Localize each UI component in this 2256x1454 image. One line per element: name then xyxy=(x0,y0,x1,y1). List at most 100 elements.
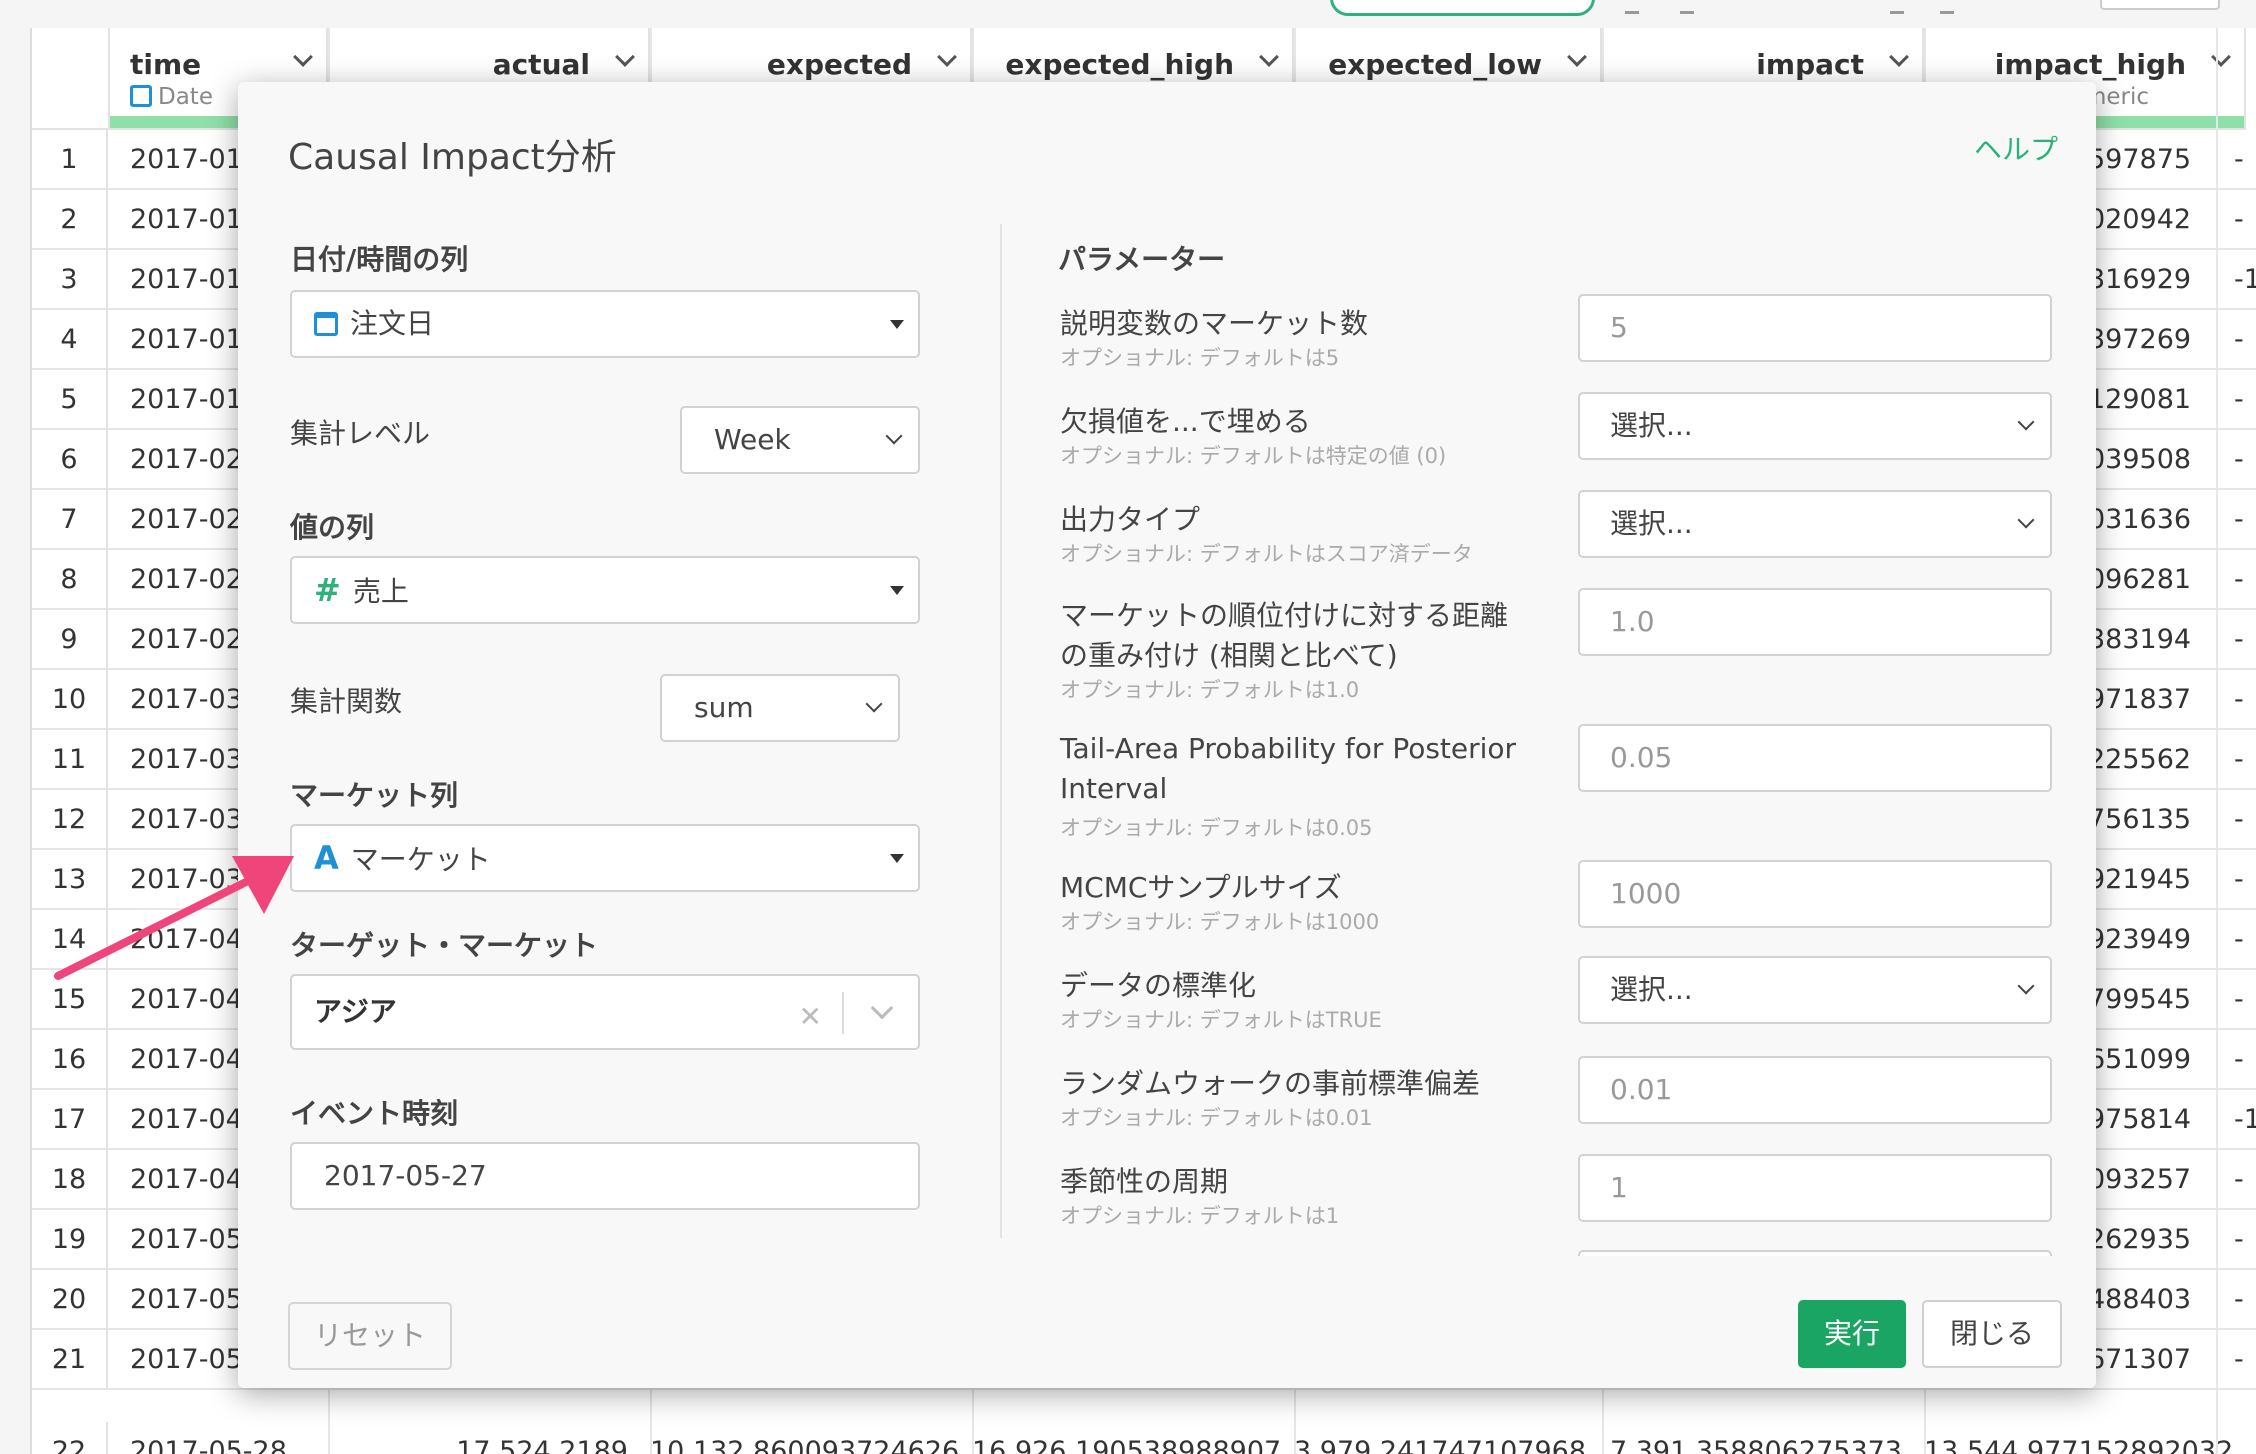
column-divider xyxy=(2216,28,2218,1454)
event-time-input[interactable]: 2017-05-27 xyxy=(290,1142,920,1210)
random-walk-sd-input[interactable]: 0.01 xyxy=(1578,1056,2052,1124)
row-number: 17 xyxy=(32,1090,108,1150)
cell-impact: 7,391.358806275373 xyxy=(1609,1436,1902,1454)
column-name: expected xyxy=(766,48,912,81)
row-number: 9 xyxy=(32,610,108,670)
aggregation-level-select[interactable]: Week xyxy=(680,406,920,474)
chevron-down-icon xyxy=(2017,413,2035,431)
param-label: データの標準化 xyxy=(1060,969,1257,1002)
row-number: 21 xyxy=(32,1330,108,1390)
param-label: MCMCサンプルサイズ xyxy=(1060,871,1342,904)
cell-impact-high: 096281 xyxy=(2088,564,2192,595)
dialog-title: Causal Impact分析 xyxy=(288,137,617,178)
cell-impact-high: 597875 xyxy=(2088,144,2192,175)
column-name: impact_high xyxy=(1994,48,2186,81)
value-column-label: 値の列 xyxy=(290,511,375,544)
date-column-select[interactable]: 注文日 xyxy=(290,290,920,358)
cell-time: 2017-04- xyxy=(130,1104,253,1135)
param-hint: オプショナル: デフォルトは0.01 xyxy=(1060,1106,1373,1130)
mcmc-sample-size-input[interactable]: 1000 xyxy=(1578,860,2052,928)
fill-missing-select[interactable]: 選択... xyxy=(1578,392,2052,460)
event-time-value: 2017-05-27 xyxy=(324,1159,487,1192)
toolbar-create-button[interactable] xyxy=(1330,0,1595,16)
market-count-input[interactable]: 5 xyxy=(1578,294,2052,362)
row-number: 20 xyxy=(32,1270,108,1330)
cell-next-column: - xyxy=(2234,624,2244,655)
cell-time: 2017-01- xyxy=(130,384,253,415)
cell-impact-high: 975814 xyxy=(2088,1104,2192,1135)
cell-time: 2017-02- xyxy=(130,564,253,595)
cell-time: 2017-05- xyxy=(130,1284,253,1315)
distance-weight-input[interactable]: 1.0 xyxy=(1578,588,2052,656)
toolbar-icon[interactable] xyxy=(1890,2,1904,14)
cell-time: 2017-05- xyxy=(130,1344,253,1375)
param-hint: オプショナル: デフォルトは5 xyxy=(1060,346,1340,370)
tail-area-probability-input[interactable]: 0.05 xyxy=(1578,724,2052,792)
chevron-down-icon[interactable] xyxy=(615,47,635,67)
toolbar-icon[interactable] xyxy=(1940,2,1954,14)
param-hint: オプショナル: デフォルトは1.0 xyxy=(1060,678,1360,702)
cell-impact-high: 383194 xyxy=(2088,624,2192,655)
column-name: time xyxy=(130,48,202,81)
reset-button[interactable]: リセット xyxy=(288,1302,452,1370)
chevron-down-icon[interactable] xyxy=(1567,47,1587,67)
cell-impact-high: 316929 xyxy=(2088,264,2192,295)
cell-impact-high: 756135 xyxy=(2088,804,2192,835)
clear-icon[interactable]: ✕ xyxy=(799,1000,822,1033)
cell-impact-high: 262935 xyxy=(2088,1224,2192,1255)
cell-impact-high: 093257 xyxy=(2088,1164,2192,1195)
aggregation-function-select[interactable]: sum xyxy=(660,674,900,742)
param-value: 1000 xyxy=(1610,877,1682,910)
chevron-down-icon[interactable] xyxy=(870,996,894,1020)
cell-next-column: - xyxy=(2234,864,2244,895)
chevron-down-icon[interactable] xyxy=(1889,47,1909,67)
toolbar-icon[interactable] xyxy=(1625,2,1639,14)
standardize-data-select[interactable]: 選択... xyxy=(1578,956,2052,1024)
cell-time: 2017-02- xyxy=(130,444,253,475)
aggregation-function-label: 集計関数 xyxy=(290,685,403,718)
cell-time: 2017-05-28 xyxy=(130,1436,287,1454)
param-label: 欠損値を...で埋める xyxy=(1060,405,1311,438)
help-link[interactable]: ヘルプ xyxy=(1974,128,2058,168)
toolbar-icon[interactable] xyxy=(1680,2,1694,14)
chevron-down-icon[interactable] xyxy=(937,47,957,67)
cell-time: 2017-02- xyxy=(130,504,253,535)
cell-next-column: - xyxy=(2234,1044,2244,1075)
seasonality-period-input[interactable]: 1 xyxy=(1578,1154,2052,1222)
target-market-select[interactable]: アジア ✕ xyxy=(290,974,920,1050)
chevron-down-icon[interactable] xyxy=(293,47,313,67)
cell-next-column: - xyxy=(2234,384,2244,415)
caret-down-icon xyxy=(890,320,904,329)
row-number: 7 xyxy=(32,490,108,550)
cell-next-column: - xyxy=(2234,1224,2244,1255)
cell-next-column: - xyxy=(2234,324,2244,355)
cell-next-column: - xyxy=(2234,144,2244,175)
run-button[interactable]: 実行 xyxy=(1798,1300,1906,1368)
output-type-select[interactable]: 選択... xyxy=(1578,490,2052,558)
cell-next-column: - xyxy=(2234,924,2244,955)
chevron-down-icon[interactable] xyxy=(1259,47,1279,67)
close-button[interactable]: 閉じる xyxy=(1922,1300,2062,1368)
param-value: 0.01 xyxy=(1610,1073,1673,1106)
cell-expected-low: 3,979.241747107968 xyxy=(1294,1436,1587,1454)
value-column-select[interactable]: # 売上 xyxy=(290,556,920,624)
cell-impact-high: 971837 xyxy=(2088,684,2192,715)
market-column-select[interactable]: A マーケット xyxy=(290,824,920,892)
causal-impact-dialog: Causal Impact分析 ヘルプ 日付/時間の列 注文日 集計レベル We… xyxy=(238,82,2096,1388)
cell-time: 2017-01- xyxy=(130,324,253,355)
param-value: 1.0 xyxy=(1610,605,1655,638)
cell-time: 2017-03- xyxy=(130,684,253,715)
param-hint: オプショナル: デフォルトは1 xyxy=(1060,1204,1340,1228)
market-column-label: マーケット列 xyxy=(290,779,459,812)
chevron-down-icon[interactable] xyxy=(2211,47,2231,67)
cell-next-column: - xyxy=(2234,804,2244,835)
cell-impact-high: 031636 xyxy=(2088,504,2192,535)
param-value: 5 xyxy=(1610,311,1628,344)
chevron-down-icon xyxy=(885,427,903,445)
table-row[interactable]: 22 2017-05-28 17,524.2189 10,132.8600937… xyxy=(32,1422,2256,1454)
next-param-field-edge xyxy=(1578,1250,2052,1256)
column-type: Date xyxy=(130,84,213,110)
annotation-arrow-icon xyxy=(54,856,294,980)
cell-impact-high: 799545 xyxy=(2088,984,2192,1015)
toolbar-input[interactable] xyxy=(2100,0,2220,10)
